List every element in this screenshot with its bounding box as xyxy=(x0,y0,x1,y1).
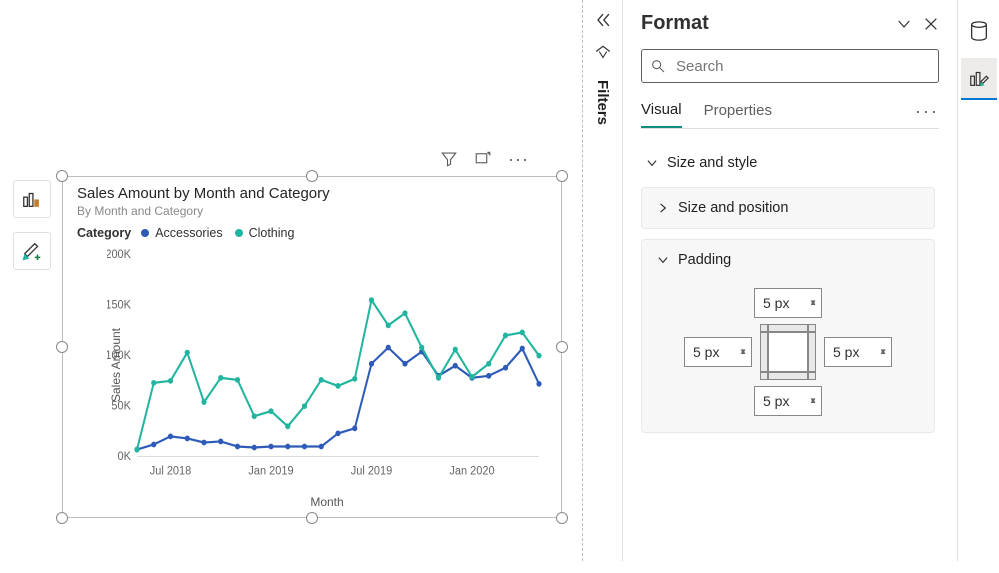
chevron-down-icon[interactable] xyxy=(895,15,913,33)
format-paint-icon xyxy=(968,67,990,89)
padding-control: 5 px ▲▼ 5 px ▲▼ 5 px ▲▼ xyxy=(642,280,934,432)
svg-text:Jan 2020: Jan 2020 xyxy=(449,464,494,478)
data-icon xyxy=(968,20,990,42)
format-search-input[interactable] xyxy=(641,49,939,83)
resize-handle-sw[interactable] xyxy=(56,512,68,524)
line-chart-visual[interactable]: Sales Amount by Month and Category By Mo… xyxy=(62,176,562,518)
svg-text:200K: 200K xyxy=(107,248,131,261)
filters-pane-collapsed[interactable]: Filters xyxy=(582,0,622,561)
chart-plot-area: Sales Amount Month 0K50K100K150K200KJul … xyxy=(107,248,547,481)
tabs-more-icon[interactable]: ··· xyxy=(915,101,939,128)
format-sections: Size and style Size and position Padding… xyxy=(641,143,939,573)
resize-handle-nw[interactable] xyxy=(56,170,68,182)
padding-bottom-input[interactable]: 5 px ▲▼ xyxy=(754,386,822,416)
resize-handle-n[interactable] xyxy=(306,170,318,182)
chart-subtitle: By Month and Category xyxy=(77,204,547,218)
chevron-right-icon xyxy=(656,201,670,215)
chevrons-left-icon[interactable] xyxy=(593,10,613,30)
visual-tool-rail xyxy=(13,180,51,270)
resize-handle-s[interactable] xyxy=(306,512,318,524)
search-icon xyxy=(650,58,666,74)
section-label: Size and style xyxy=(667,155,757,171)
padding-right-value: 5 px xyxy=(833,344,859,360)
legend-title: Category xyxy=(77,226,131,240)
padding-right-input[interactable]: 5 px ▲▼ xyxy=(824,337,892,367)
svg-text:150K: 150K xyxy=(107,298,131,312)
chart-legend: Category Accessories Clothing xyxy=(77,226,547,240)
format-tabs: Visual Properties ··· xyxy=(641,101,939,129)
svg-text:Jan 2019: Jan 2019 xyxy=(248,464,293,478)
chart-svg: 0K50K100K150K200KJul 2018Jan 2019Jul 201… xyxy=(107,248,547,481)
tab-general[interactable]: Properties xyxy=(704,102,772,127)
svg-text:Jul 2019: Jul 2019 xyxy=(351,464,393,478)
resize-handle-e[interactable] xyxy=(556,341,568,353)
x-axis-label: Month xyxy=(310,495,343,509)
format-pane: Format Visual Properties ··· Size and st… xyxy=(622,0,957,561)
section-size-and-style[interactable]: Size and style xyxy=(641,143,935,183)
legend-dot-accessories xyxy=(141,229,149,237)
padding-top-input[interactable]: 5 px ▲▼ xyxy=(754,288,822,318)
svg-text:0K: 0K xyxy=(118,449,132,463)
legend-item-accessories: Accessories xyxy=(155,226,222,240)
paint-brush-plus-icon xyxy=(21,240,43,262)
section-label: Size and position xyxy=(678,200,788,216)
padding-preview xyxy=(760,324,816,380)
padding-left-input[interactable]: 5 px ▲▼ xyxy=(684,337,752,367)
section-padding[interactable]: Padding xyxy=(642,240,934,280)
resize-handle-se[interactable] xyxy=(556,512,568,524)
filters-pane-label: Filters xyxy=(594,80,611,125)
format-search-field[interactable] xyxy=(674,57,930,76)
legend-item-clothing: Clothing xyxy=(249,226,295,240)
tab-visual[interactable]: Visual xyxy=(641,101,682,128)
funnel-icon[interactable] xyxy=(440,150,458,168)
section-label: Padding xyxy=(678,252,731,268)
report-canvas[interactable]: ··· Sales Amount by Month and Category B… xyxy=(0,0,580,561)
visual-header-actions: ··· xyxy=(440,150,529,168)
resize-handle-w[interactable] xyxy=(56,341,68,353)
padding-left-value: 5 px xyxy=(693,344,719,360)
legend-dot-clothing xyxy=(235,229,243,237)
padding-top-value: 5 px xyxy=(763,295,789,311)
chart-title: Sales Amount by Month and Category xyxy=(77,185,547,202)
focus-mode-icon[interactable] xyxy=(474,150,492,168)
filters-expand-icon[interactable] xyxy=(594,44,612,62)
resize-handle-ne[interactable] xyxy=(556,170,568,182)
stacked-bar-icon xyxy=(21,188,43,210)
format-pane-title: Format xyxy=(641,12,709,35)
svg-text:Jul 2018: Jul 2018 xyxy=(150,464,192,478)
format-pane-button[interactable] xyxy=(961,58,997,100)
build-visual-button[interactable] xyxy=(13,180,51,218)
right-tool-rail xyxy=(957,0,999,561)
format-visual-button[interactable] xyxy=(13,232,51,270)
y-axis-label: Sales Amount xyxy=(109,327,123,401)
data-pane-button[interactable] xyxy=(961,10,997,52)
section-size-and-position[interactable]: Size and position xyxy=(642,188,934,228)
chevron-down-icon xyxy=(656,253,670,267)
close-icon[interactable] xyxy=(923,16,939,32)
padding-bottom-value: 5 px xyxy=(763,393,789,409)
chevron-down-icon xyxy=(645,156,659,170)
